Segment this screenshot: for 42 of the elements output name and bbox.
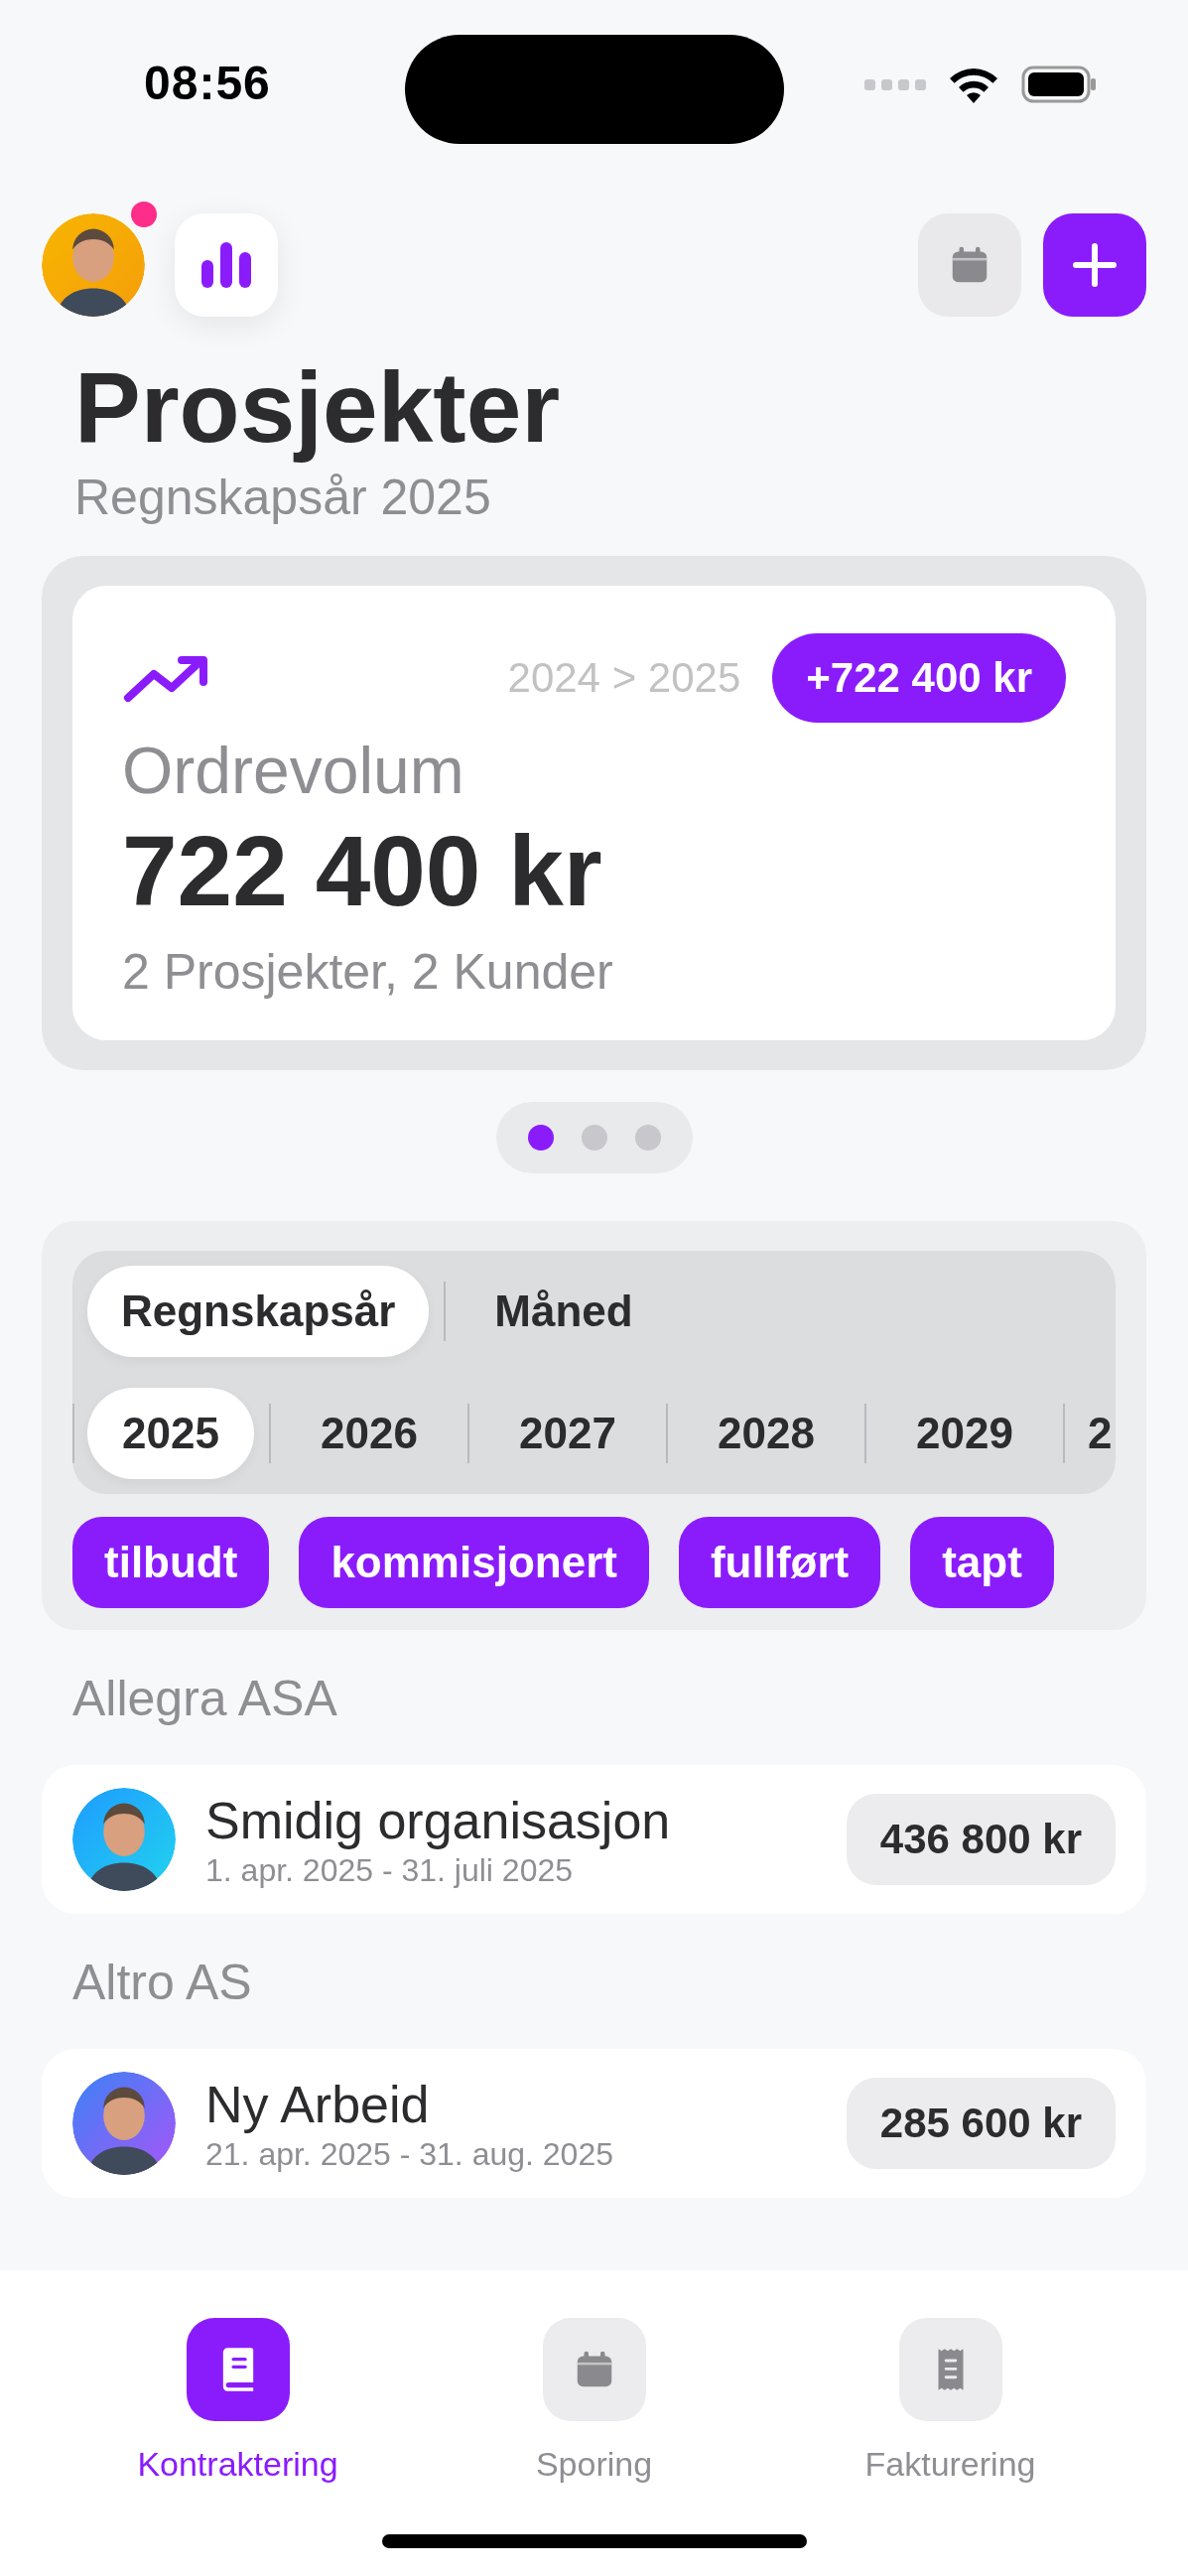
project-dates: 1. apr. 2025 - 31. juli 2025 [205,1851,575,1889]
page-subtitle: Regnskapsår 2025 [74,469,492,526]
customer-heading: Allegra ASA [72,1670,338,1727]
statistics-button[interactable] [175,213,278,317]
period-tab[interactable]: Regnskapsår [87,1266,430,1357]
year-tab[interactable]: 2027 [484,1388,651,1479]
status-time: 08:56 [144,55,271,110]
add-button[interactable] [1043,213,1146,317]
metric-value: 722 400 kr [122,816,603,925]
project-row[interactable]: Ny Arbeid 21. apr. 2025 - 31. aug. 2025 285 600 kr [42,2049,1146,2198]
wifi-icon [948,66,999,103]
plus-icon [1072,242,1118,288]
page-title: Prosjekter [74,350,562,465]
status-filter-chip[interactable]: kommisjonert [299,1517,649,1608]
page-dot[interactable] [527,1125,554,1151]
status-filter-chip[interactable]: fullført [678,1517,881,1608]
year-tab[interactable]: 2025 [87,1388,254,1479]
metric-label: Ordrevolum [122,733,465,808]
tab-bar-item[interactable]: Kontraktering [88,2318,387,2576]
amount-badge: 436 800 kr [846,1794,1116,1885]
status-filter-chip[interactable]: tapt [910,1517,1054,1608]
battery-icon [1021,66,1097,103]
page-dot[interactable] [634,1125,661,1151]
bar-chart-icon [201,242,251,288]
metric-details: 2 Prosjekter, 2 Kunder [122,943,614,1001]
calendar-button[interactable] [918,213,1021,317]
change-badge: +722 400 kr [772,633,1066,723]
page-dot[interactable] [581,1125,607,1151]
status-filter-chip[interactable]: tilbudt [72,1517,270,1608]
year-tab[interactable]: 2026 [286,1388,453,1479]
customer-heading: Altro AS [72,1954,253,2011]
signal-icon [864,77,926,91]
project-row[interactable]: Smidig organisasjon 1. apr. 2025 - 31. juli 2025 436 800 kr [42,1765,1146,1914]
year-tab[interactable]: 2028 [683,1388,850,1479]
comparison-label: 2024 > 2025 [507,654,741,702]
year-tab[interactable]: 2029 [881,1388,1048,1479]
project-dates: 21. apr. 2025 - 31. aug. 2025 [205,2135,613,2173]
project-name: Ny Arbeid [205,2074,431,2134]
project-name: Smidig organisasjon [205,1790,671,1850]
amount-badge: 285 600 kr [846,2078,1116,2169]
year-tab[interactable]: 2 [1080,1388,1113,1479]
period-tab[interactable]: Måned [461,1266,667,1357]
